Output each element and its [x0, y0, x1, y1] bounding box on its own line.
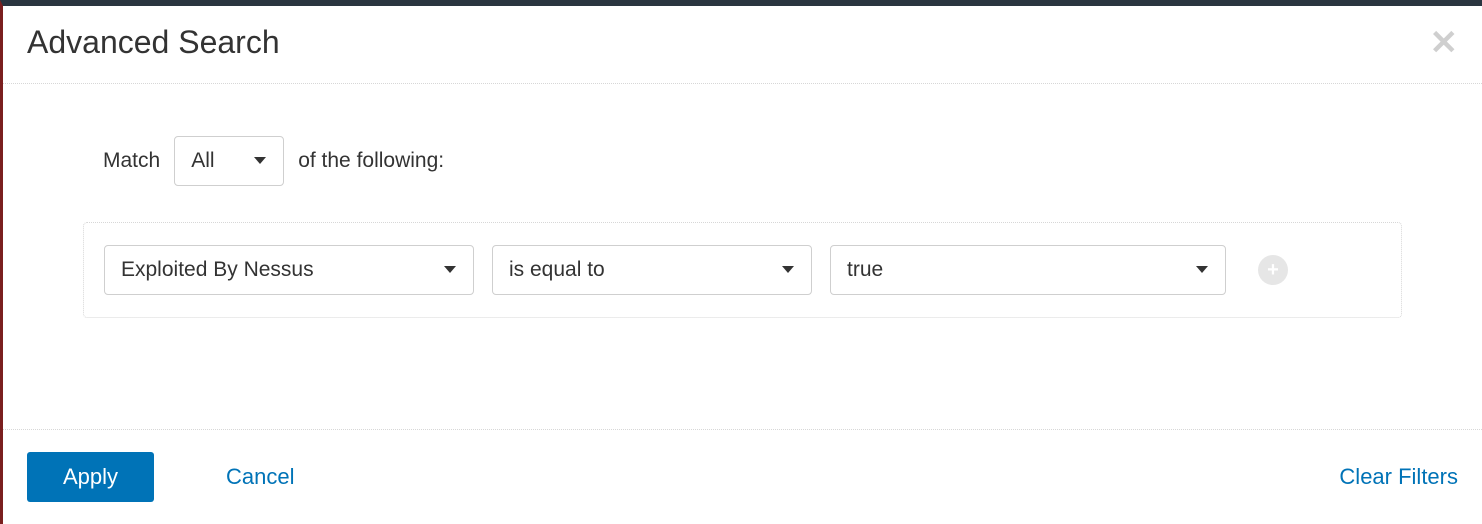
match-suffix: of the following: [298, 149, 444, 173]
match-select[interactable]: All [174, 136, 284, 186]
filter-value-select[interactable]: true [830, 245, 1226, 295]
filter-value-value: true [847, 258, 883, 282]
match-select-value: All [191, 149, 214, 173]
caret-down-icon [253, 156, 267, 166]
match-row: Match All of the following: [83, 136, 1402, 186]
caret-down-icon [1195, 265, 1209, 275]
filter-operator-select[interactable]: is equal to [492, 245, 812, 295]
plus-icon: + [1267, 259, 1279, 282]
filter-field-select[interactable]: Exploited By Nessus [104, 245, 474, 295]
dialog-footer: Apply Cancel Clear Filters [3, 429, 1482, 524]
caret-down-icon [443, 265, 457, 275]
filter-row: Exploited By Nessus is equal to true + [83, 222, 1402, 318]
filter-field-value: Exploited By Nessus [121, 258, 314, 282]
filter-operator-value: is equal to [509, 258, 605, 282]
apply-button[interactable]: Apply [27, 452, 154, 502]
dialog-title: Advanced Search [27, 24, 280, 61]
cancel-button[interactable]: Cancel [226, 464, 294, 490]
caret-down-icon [781, 265, 795, 275]
add-filter-button[interactable]: + [1258, 255, 1288, 285]
close-icon[interactable]: ✕ [1430, 26, 1459, 60]
match-label: Match [103, 149, 160, 173]
dialog-header: Advanced Search ✕ [3, 6, 1482, 84]
clear-filters-button[interactable]: Clear Filters [1339, 464, 1458, 490]
dialog-body: Match All of the following: Exploited By… [3, 84, 1482, 429]
footer-left: Apply Cancel [27, 452, 295, 502]
